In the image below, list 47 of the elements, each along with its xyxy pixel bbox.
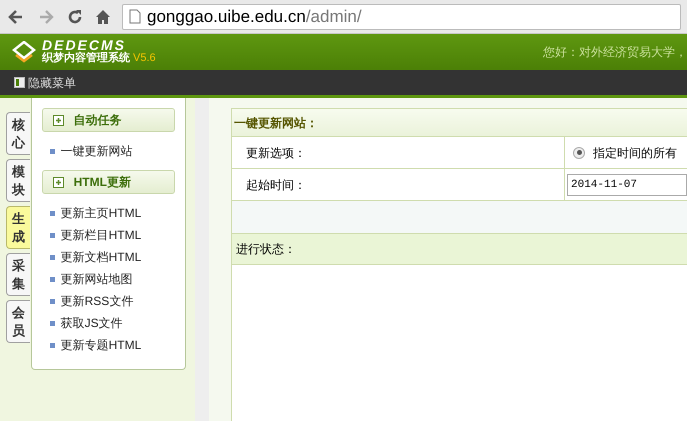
menu-section-header[interactable]: 自动任务: [42, 108, 176, 132]
reload-icon[interactable]: [66, 8, 84, 26]
logo-subtitle: 织梦内容管理系统: [42, 52, 130, 65]
menu-link[interactable]: 更新专题HTML: [60, 336, 142, 354]
logo-text: DEDECMS: [42, 39, 126, 52]
menu-link[interactable]: 更新网站地图: [60, 270, 133, 288]
plus-icon: [52, 176, 64, 188]
menu-link[interactable]: 获取JS文件: [60, 314, 123, 332]
bullet-icon: [50, 276, 55, 282]
url-host: gonggao.uibe.edu.cn: [147, 6, 306, 26]
url-path: /admin/: [306, 6, 362, 26]
bullet-icon: [50, 232, 55, 238]
menu-section-header[interactable]: HTML更新: [42, 170, 176, 194]
status-heading: 进行状态：: [232, 234, 687, 265]
logo-icon: [12, 41, 36, 63]
menu-link[interactable]: 更新RSS文件: [60, 292, 134, 310]
home-icon[interactable]: [94, 8, 112, 26]
bullet-icon: [50, 254, 55, 260]
hide-menu-button[interactable]: 隐藏菜单: [14, 74, 76, 92]
side-tab[interactable]: 会员: [6, 300, 30, 343]
section-title: HTML更新: [74, 174, 131, 191]
panel-icon: [14, 77, 25, 88]
side-tab[interactable]: 生成: [6, 206, 30, 249]
side-tab[interactable]: 采集: [6, 253, 30, 296]
plus-icon: [52, 114, 64, 126]
radio-label: 指定时间的所有: [593, 144, 677, 162]
bullet-icon: [50, 148, 55, 154]
menu-link[interactable]: 一键更新网站: [60, 142, 133, 160]
greeting-text: 您好：对外经济贸易大学，: [543, 44, 687, 61]
menu-link[interactable]: 更新文档HTML: [60, 248, 142, 266]
side-tab[interactable]: 模块: [6, 159, 30, 202]
date-field[interactable]: 2014-11-07: [567, 174, 687, 196]
bullet-icon: [50, 210, 55, 216]
radio-button[interactable]: [573, 146, 585, 158]
bullet-icon: [50, 320, 55, 326]
form-title: 一键更新网站：: [232, 109, 687, 137]
side-tab[interactable]: 核心: [6, 112, 30, 155]
bullet-icon: [50, 342, 55, 348]
menu-link[interactable]: 更新主页HTML: [60, 204, 142, 222]
section-title: 自动任务: [74, 112, 122, 129]
bullet-icon: [50, 298, 55, 304]
page-icon: [129, 9, 141, 24]
menu-link[interactable]: 更新栏目HTML: [60, 226, 142, 244]
field-label: 更新选项：: [232, 137, 565, 168]
field-label: 起始时间：: [232, 169, 565, 200]
address-bar[interactable]: gonggao.uibe.edu.cn/admin/: [122, 4, 681, 30]
version-label: V5.6: [133, 52, 156, 65]
